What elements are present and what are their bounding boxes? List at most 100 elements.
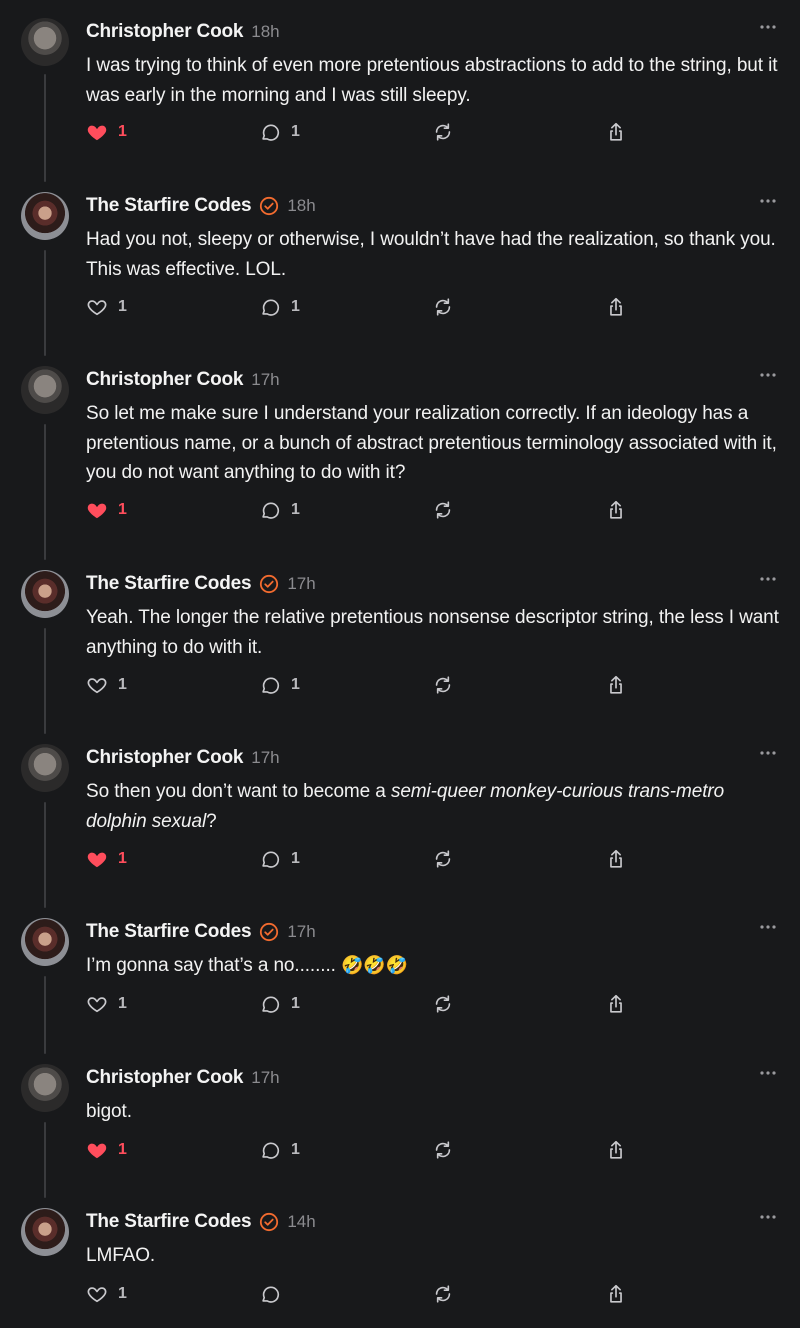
share-button[interactable] <box>605 1283 627 1305</box>
like-button[interactable]: 1 <box>86 499 127 521</box>
repost-button[interactable] <box>432 121 454 143</box>
like-count: 1 <box>118 1141 127 1158</box>
more-icon[interactable] <box>759 922 777 932</box>
heart-icon <box>86 674 108 696</box>
post-time: 18h <box>287 196 316 215</box>
more-icon[interactable] <box>759 196 777 206</box>
like-count: 1 <box>118 298 127 315</box>
author-name[interactable]: Christopher Cook <box>86 1066 243 1090</box>
reply-button[interactable] <box>259 1283 281 1305</box>
reply-button[interactable]: 1 <box>259 499 300 521</box>
heart-icon <box>86 121 108 143</box>
like-count: 1 <box>118 1285 127 1302</box>
post-header: The Starfire Codes 17h <box>86 572 316 596</box>
avatar[interactable] <box>21 918 69 966</box>
author-name[interactable]: The Starfire Codes <box>86 572 252 596</box>
rofl-emoji: 🤣🤣🤣 <box>341 955 408 975</box>
repost-button[interactable] <box>432 296 454 318</box>
share-icon <box>605 993 627 1015</box>
author-name[interactable]: Christopher Cook <box>86 368 243 392</box>
post-text: So then you don’t want to become a semi-… <box>86 777 786 836</box>
share-icon <box>605 121 627 143</box>
reply-count: 1 <box>291 850 300 867</box>
like-button[interactable]: 1 <box>86 121 127 143</box>
post-actions: 1 1 <box>86 121 646 145</box>
more-icon[interactable] <box>759 22 777 32</box>
repost-button[interactable] <box>432 1139 454 1161</box>
heart-icon <box>86 1283 108 1305</box>
heart-icon <box>86 499 108 521</box>
share-button[interactable] <box>605 121 627 143</box>
avatar[interactable] <box>21 570 69 618</box>
like-count: 1 <box>118 850 127 867</box>
like-count: 1 <box>118 123 127 140</box>
author-name[interactable]: Christopher Cook <box>86 20 243 44</box>
post-header: Christopher Cook 17h <box>86 368 280 392</box>
repost-icon <box>432 674 454 696</box>
reply-button[interactable]: 1 <box>259 993 300 1015</box>
avatar[interactable] <box>21 1064 69 1112</box>
avatar[interactable] <box>21 744 69 792</box>
post-actions: 1 1 <box>86 1139 646 1163</box>
share-button[interactable] <box>605 674 627 696</box>
share-button[interactable] <box>605 1139 627 1161</box>
more-icon[interactable] <box>759 1212 777 1222</box>
avatar[interactable] <box>21 1208 69 1256</box>
reply-button[interactable]: 1 <box>259 296 300 318</box>
repost-button[interactable] <box>432 674 454 696</box>
repost-icon <box>432 848 454 870</box>
post-header: Christopher Cook 17h <box>86 1066 280 1090</box>
verified-badge-icon <box>259 1212 279 1232</box>
reply-count: 1 <box>291 1141 300 1158</box>
more-icon[interactable] <box>759 370 777 380</box>
like-count: 1 <box>118 676 127 693</box>
avatar[interactable] <box>21 192 69 240</box>
author-name[interactable]: The Starfire Codes <box>86 920 252 944</box>
post-time: 17h <box>251 1068 280 1087</box>
repost-icon <box>432 121 454 143</box>
verified-badge-icon <box>259 922 279 942</box>
repost-button[interactable] <box>432 848 454 870</box>
avatar[interactable] <box>21 366 69 414</box>
repost-button[interactable] <box>432 499 454 521</box>
author-name[interactable]: The Starfire Codes <box>86 194 252 218</box>
reply-count: 1 <box>291 676 300 693</box>
share-button[interactable] <box>605 296 627 318</box>
reply-button[interactable]: 1 <box>259 121 300 143</box>
share-button[interactable] <box>605 993 627 1015</box>
heart-icon <box>86 993 108 1015</box>
author-name[interactable]: Christopher Cook <box>86 746 243 770</box>
more-icon[interactable] <box>759 574 777 584</box>
repost-icon <box>432 296 454 318</box>
repost-icon <box>432 993 454 1015</box>
share-button[interactable] <box>605 499 627 521</box>
like-button[interactable]: 1 <box>86 1139 127 1161</box>
share-icon <box>605 1283 627 1305</box>
more-icon[interactable] <box>759 748 777 758</box>
repost-button[interactable] <box>432 1283 454 1305</box>
post-text: LMFAO. <box>86 1245 156 1266</box>
avatar[interactable] <box>21 18 69 66</box>
share-button[interactable] <box>605 848 627 870</box>
post-text: I was trying to think of even more prete… <box>86 55 778 106</box>
post-time: 17h <box>251 370 280 389</box>
repost-button[interactable] <box>432 993 454 1015</box>
reply-count: 1 <box>291 995 300 1012</box>
reply-button[interactable]: 1 <box>259 1139 300 1161</box>
author-name[interactable]: The Starfire Codes <box>86 1210 252 1234</box>
post-actions: 1 1 <box>86 848 646 872</box>
reply-button[interactable]: 1 <box>259 674 300 696</box>
like-button[interactable]: 1 <box>86 1283 127 1305</box>
thread-line <box>44 976 46 1054</box>
reply-count: 1 <box>291 501 300 518</box>
like-button[interactable]: 1 <box>86 848 127 870</box>
share-icon <box>605 499 627 521</box>
post-header: The Starfire Codes 18h <box>86 194 316 218</box>
reply-button[interactable]: 1 <box>259 848 300 870</box>
like-button[interactable]: 1 <box>86 674 127 696</box>
post-text: So let me make sure I understand your re… <box>86 403 777 483</box>
post-actions: 1 1 <box>86 296 646 320</box>
like-button[interactable]: 1 <box>86 296 127 318</box>
like-button[interactable]: 1 <box>86 993 127 1015</box>
more-icon[interactable] <box>759 1068 777 1078</box>
